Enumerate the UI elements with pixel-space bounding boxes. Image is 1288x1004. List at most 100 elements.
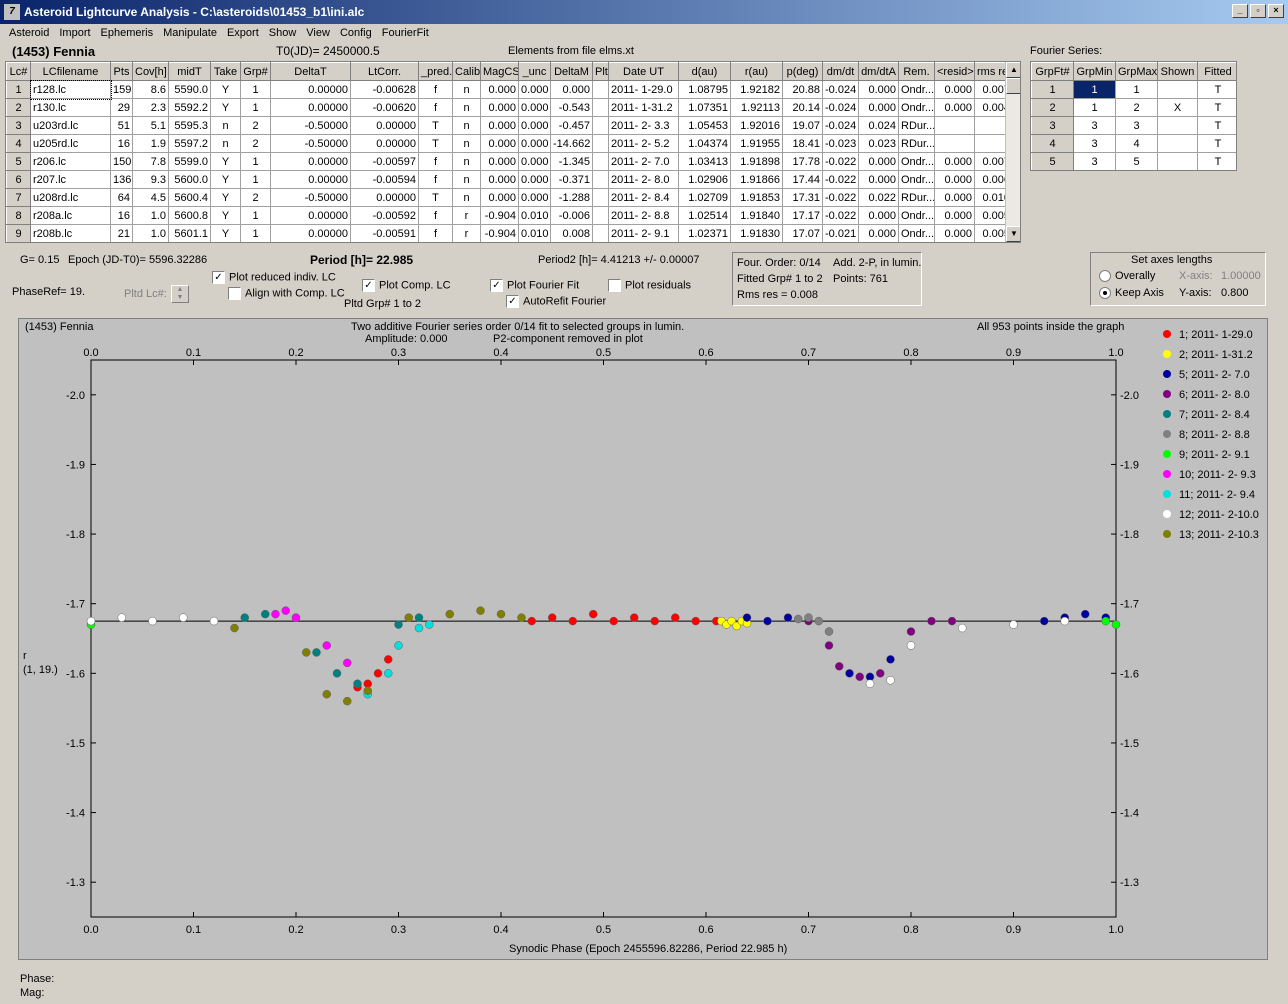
- column-header[interactable]: Lc#: [6, 62, 31, 81]
- table-cell[interactable]: -0.904: [480, 224, 519, 242]
- table-cell[interactable]: Ondr...: [898, 80, 935, 99]
- table-row[interactable]: 8 r208a.lc 16 1.0 5600.8 Y 1 0.00000 -0.00592 f r -…: [6, 206, 1013, 225]
- column-header[interactable]: Plt: [592, 62, 609, 81]
- plot-reduced-checkbox[interactable]: ✓ Plot reduced indiv. LC: [212, 271, 336, 284]
- table-cell[interactable]: 1.03413: [678, 152, 731, 171]
- table-cell[interactable]: -0.024: [822, 80, 859, 99]
- table-cell[interactable]: 1.02906: [678, 170, 731, 189]
- table-row[interactable]: 1 r128.lc 159 8.6 5590.0 Y 1 0.00000 -0.00628 f n 0…: [6, 79, 1013, 100]
- table-cell[interactable]: -0.457: [550, 116, 593, 135]
- table-cell[interactable]: 17.07: [782, 224, 823, 242]
- menu-item-fourierfit[interactable]: FourierFit: [377, 27, 434, 39]
- table-cell[interactable]: 1.92016: [730, 116, 783, 135]
- table-cell[interactable]: 5600.4: [168, 188, 211, 207]
- table-cell[interactable]: 1.0: [132, 206, 169, 225]
- fourier-cell[interactable]: 5: [1115, 152, 1158, 170]
- table-cell[interactable]: 5595.3: [168, 116, 211, 135]
- table-cell[interactable]: f: [418, 224, 453, 242]
- column-header[interactable]: _pred.: [418, 62, 453, 81]
- table-cell[interactable]: 0.000: [480, 134, 519, 153]
- table-cell[interactable]: 0.000: [550, 80, 593, 99]
- table-cell[interactable]: 5600.8: [168, 206, 211, 225]
- table-cell[interactable]: 16: [110, 206, 133, 225]
- table-cell[interactable]: 1: [240, 98, 271, 117]
- table-cell[interactable]: 159: [110, 80, 133, 99]
- table-cell[interactable]: 0.000: [518, 170, 551, 189]
- table-cell[interactable]: n: [452, 134, 481, 153]
- table-cell[interactable]: 0.000: [480, 98, 519, 117]
- align-comp-checkbox[interactable]: Align with Comp. LC: [228, 287, 345, 300]
- table-cell[interactable]: 1: [240, 80, 271, 99]
- row-header[interactable]: 2: [1031, 98, 1074, 117]
- fourier-cell[interactable]: T: [1197, 134, 1236, 153]
- table-cell[interactable]: 1.05453: [678, 116, 731, 135]
- table-cell[interactable]: 17.44: [782, 170, 823, 189]
- table-cell[interactable]: -1.345: [550, 152, 593, 171]
- fourier-row[interactable]: 333T: [1031, 116, 1236, 135]
- table-cell[interactable]: 0.000: [518, 98, 551, 117]
- table-cell[interactable]: u208rd.lc: [30, 188, 111, 207]
- table-cell[interactable]: -0.022: [822, 152, 859, 171]
- row-header[interactable]: 8: [6, 206, 31, 225]
- table-cell[interactable]: 4.5: [132, 188, 169, 207]
- table-cell[interactable]: 0.000: [934, 80, 975, 99]
- keep-axis-radio[interactable]: Keep Axis: [1099, 287, 1164, 300]
- table-cell[interactable]: 0.000: [934, 98, 975, 117]
- table-cell[interactable]: 5597.2: [168, 134, 211, 153]
- table-cell[interactable]: 17.17: [782, 206, 823, 225]
- table-cell[interactable]: 5590.0: [168, 80, 211, 99]
- table-cell[interactable]: Ondr...: [898, 224, 935, 242]
- table-cell[interactable]: 2011- 1-31.2: [608, 98, 679, 117]
- table-cell[interactable]: 18.41: [782, 134, 823, 153]
- table-cell[interactable]: 1.91955: [730, 134, 783, 153]
- table-cell[interactable]: r207.lc: [30, 170, 111, 189]
- column-header[interactable]: _unc: [518, 62, 551, 81]
- table-cell[interactable]: 1.02371: [678, 224, 731, 242]
- plot-comp-checkbox[interactable]: ✓ Plot Comp. LC: [362, 279, 451, 292]
- table-cell[interactable]: 0.000: [480, 80, 519, 99]
- table-cell[interactable]: n: [210, 116, 241, 135]
- table-cell[interactable]: Y: [210, 98, 241, 117]
- row-header[interactable]: 2: [6, 98, 31, 117]
- table-cell[interactable]: -0.022: [822, 188, 859, 207]
- table-cell[interactable]: 0.00000: [350, 116, 419, 135]
- table-cell[interactable]: -0.00597: [350, 152, 419, 171]
- table-cell[interactable]: 0.000: [480, 188, 519, 207]
- table-cell[interactable]: 0.010: [518, 224, 551, 242]
- table-cell[interactable]: [592, 224, 609, 242]
- table-cell[interactable]: -0.371: [550, 170, 593, 189]
- table-cell[interactable]: Ondr...: [898, 98, 935, 117]
- row-header[interactable]: 1: [6, 80, 31, 99]
- table-cell[interactable]: 2: [240, 188, 271, 207]
- table-cell[interactable]: r128.lc: [29, 79, 112, 100]
- table-cell[interactable]: 2: [240, 116, 271, 135]
- table-cell[interactable]: 0.000: [934, 224, 975, 242]
- table-cell[interactable]: 1.91853: [730, 188, 783, 207]
- row-header[interactable]: 4: [6, 134, 31, 153]
- table-cell[interactable]: 29: [110, 98, 133, 117]
- column-header[interactable]: Cov[h]: [132, 62, 169, 81]
- table-cell[interactable]: -0.024: [822, 98, 859, 117]
- fourier-cell[interactable]: 4: [1115, 134, 1158, 153]
- table-cell[interactable]: 0.000: [858, 152, 899, 171]
- menu-item-export[interactable]: Export: [222, 27, 264, 39]
- fourier-cell[interactable]: 3: [1073, 116, 1116, 135]
- table-cell[interactable]: [592, 134, 609, 153]
- table-cell[interactable]: 5601.1: [168, 224, 211, 242]
- table-cell[interactable]: [592, 170, 609, 189]
- scroll-down-icon[interactable]: ▼: [1006, 226, 1020, 242]
- table-cell[interactable]: Y: [210, 152, 241, 171]
- table-cell[interactable]: Y: [210, 224, 241, 242]
- table-cell[interactable]: Ondr...: [898, 170, 935, 189]
- table-cell[interactable]: 51: [110, 116, 133, 135]
- table-cell[interactable]: 0.00000: [350, 188, 419, 207]
- table-cell[interactable]: -0.022: [822, 206, 859, 225]
- table-cell[interactable]: 5.1: [132, 116, 169, 135]
- row-header[interactable]: 3: [1031, 116, 1074, 135]
- table-cell[interactable]: -0.022: [822, 170, 859, 189]
- column-header[interactable]: p(deg): [782, 62, 823, 81]
- table-cell[interactable]: 5600.0: [168, 170, 211, 189]
- table-cell[interactable]: 0.000: [518, 80, 551, 99]
- table-cell[interactable]: 1: [240, 206, 271, 225]
- table-row[interactable]: 4 u205rd.lc 16 1.9 5597.2 n 2 -0.50000 0.00000 Tn…: [6, 134, 1013, 153]
